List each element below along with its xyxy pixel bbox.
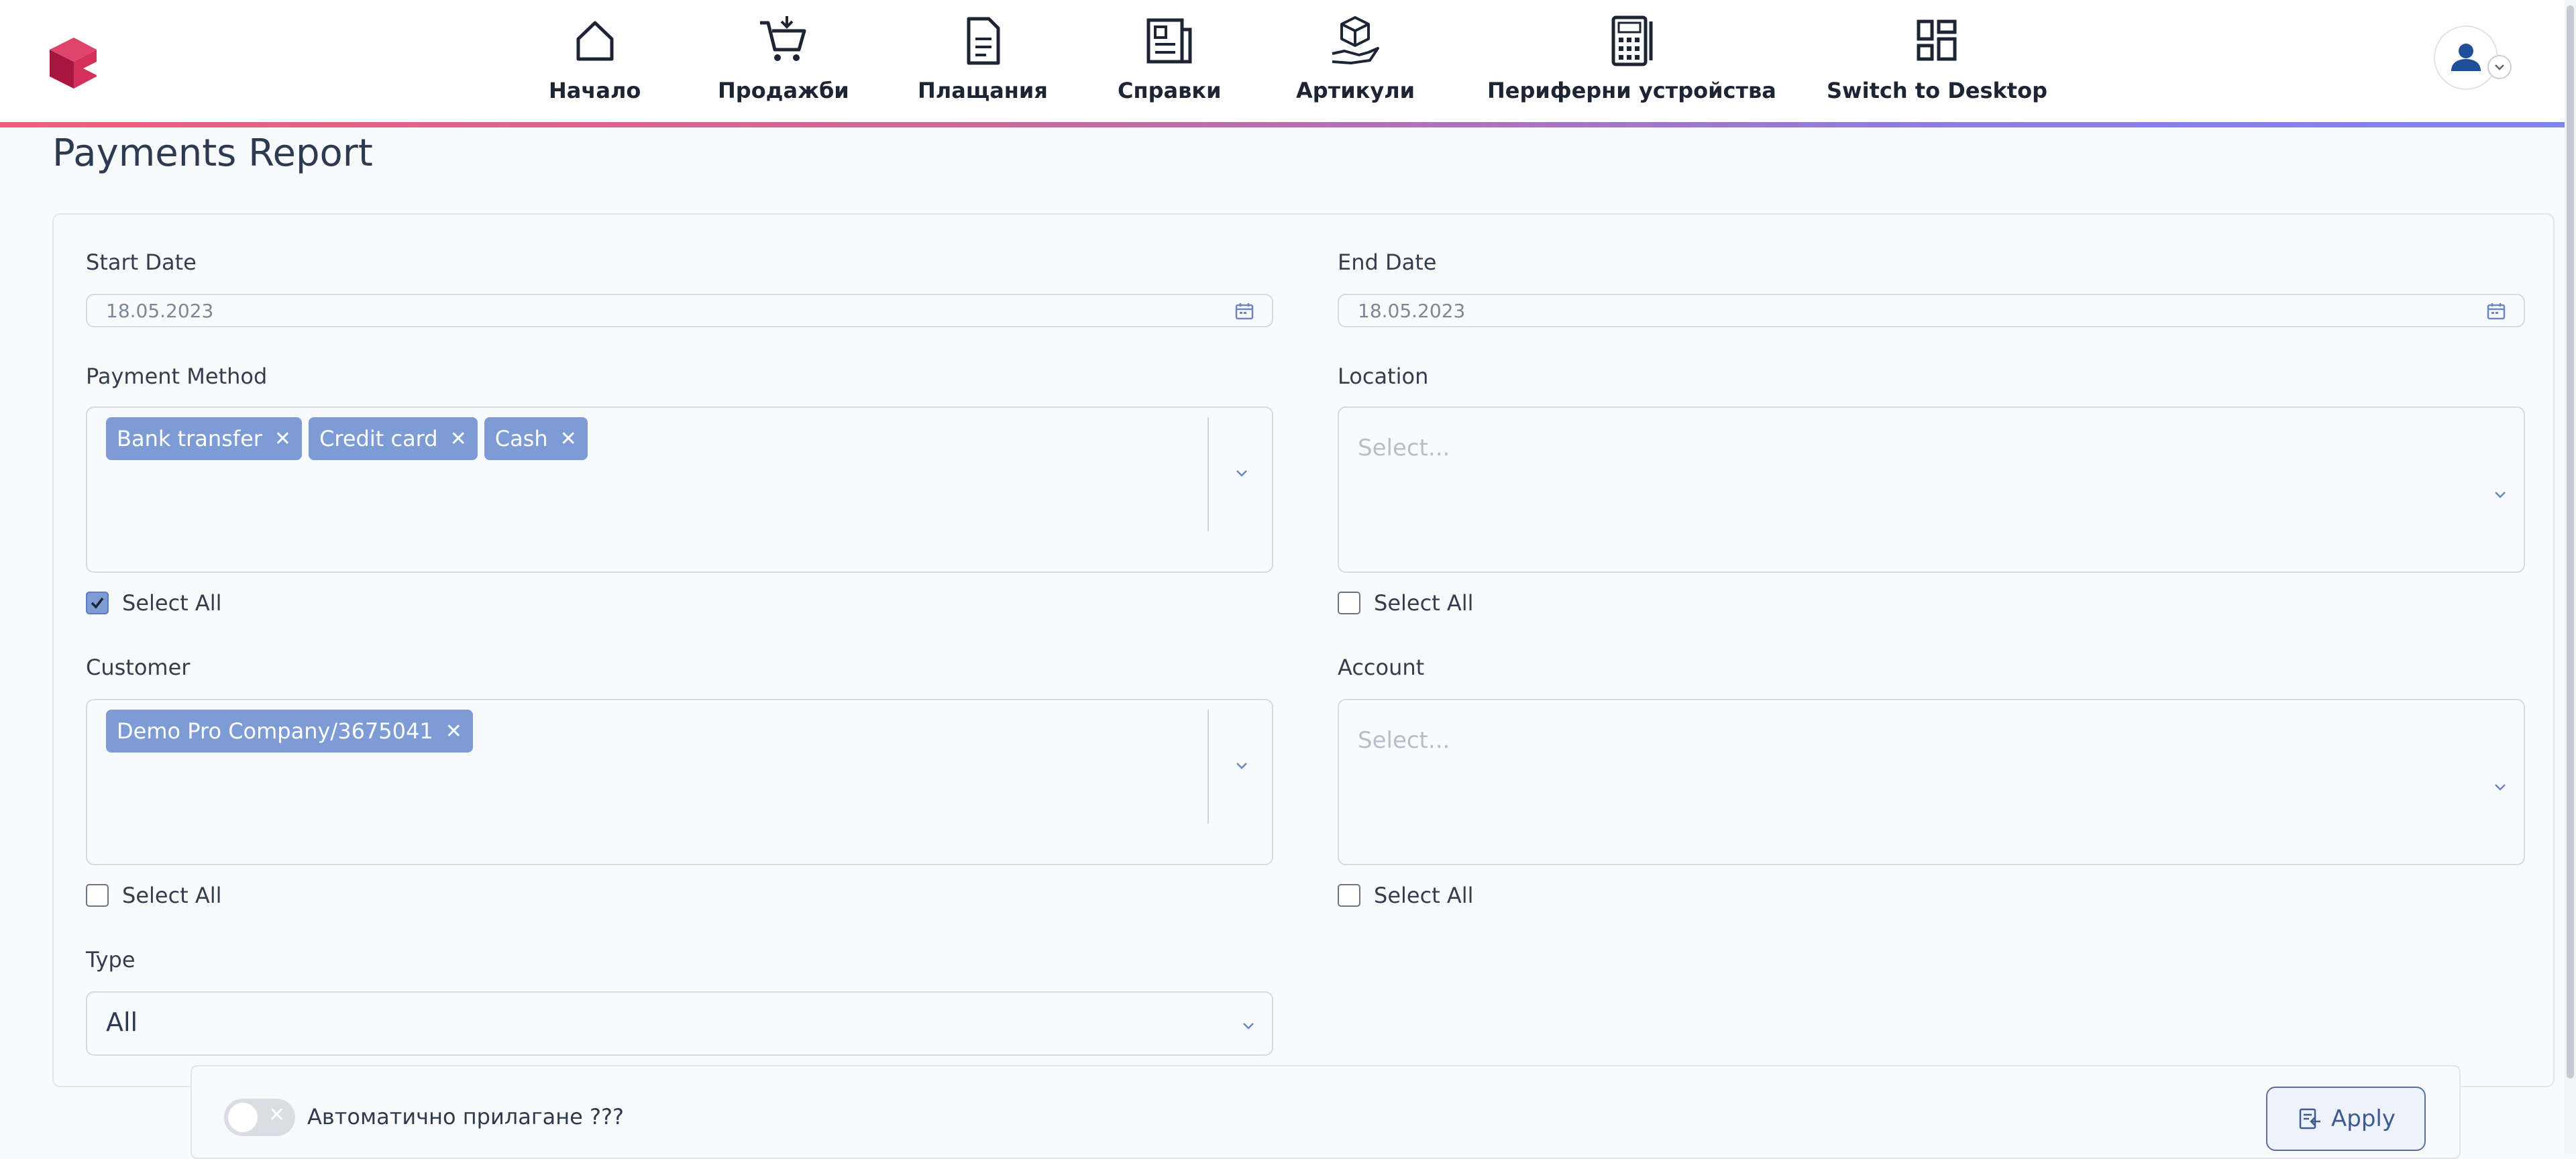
type-label: Type bbox=[86, 947, 136, 973]
select-all-label: Select All bbox=[1374, 590, 1474, 616]
end-date-value: 18.05.2023 bbox=[1358, 300, 1466, 322]
chevron-down-icon[interactable] bbox=[1240, 1017, 1257, 1034]
auto-apply-label: Автоматично прилагане ??? bbox=[307, 1104, 624, 1129]
customer-multiselect[interactable]: Demo Pro Company/3675041 ✕ bbox=[86, 699, 1273, 865]
nav-label-home: Начало bbox=[549, 78, 641, 103]
calendar-icon[interactable] bbox=[1234, 301, 1254, 321]
select-all-label: Select All bbox=[122, 883, 222, 908]
nav-item-home[interactable]: Начало bbox=[549, 9, 641, 117]
dropdown-divider bbox=[1208, 710, 1209, 824]
chevron-down-icon[interactable] bbox=[2491, 778, 2509, 795]
chip-label: Bank transfer bbox=[117, 426, 262, 451]
location-placeholder: Select... bbox=[1358, 435, 1450, 461]
chip-label: Demo Pro Company/3675041 bbox=[117, 718, 433, 744]
account-placeholder: Select... bbox=[1358, 727, 1450, 754]
account-multiselect[interactable]: Select... bbox=[1338, 699, 2525, 865]
user-icon bbox=[2451, 44, 2481, 71]
page-title: Payments Report bbox=[52, 131, 373, 175]
nav-item-peripherals[interactable]: Периферни устройства bbox=[1487, 9, 1776, 117]
remove-chip-icon[interactable]: ✕ bbox=[274, 427, 291, 451]
chevron-down-icon[interactable] bbox=[1233, 757, 1250, 774]
end-date-label: End Date bbox=[1338, 250, 1437, 275]
toggle-knob bbox=[228, 1103, 258, 1132]
nav-label-articles: Артикули bbox=[1296, 78, 1415, 103]
chevron-down-icon[interactable] bbox=[2487, 55, 2512, 79]
select-all-label: Select All bbox=[1374, 883, 1474, 908]
start-date-label: Start Date bbox=[86, 250, 197, 275]
payment-method-multiselect[interactable]: Bank transfer ✕ Credit card ✕ Cash ✕ bbox=[86, 406, 1273, 573]
document-icon bbox=[967, 17, 1000, 65]
start-date-value: 18.05.2023 bbox=[106, 300, 214, 322]
avatar[interactable] bbox=[2434, 25, 2498, 90]
remove-chip-icon[interactable]: ✕ bbox=[560, 427, 577, 451]
location-multiselect[interactable]: Select... bbox=[1338, 406, 2525, 573]
chevron-down-icon[interactable] bbox=[2491, 486, 2509, 503]
payment-method-label: Payment Method bbox=[86, 364, 268, 389]
apply-filter-icon bbox=[2299, 1108, 2320, 1129]
nav-item-articles[interactable]: Артикули bbox=[1296, 9, 1415, 117]
nav-item-reports[interactable]: Справки bbox=[1118, 9, 1221, 117]
chip-label: Cash bbox=[494, 426, 548, 451]
chip-label: Credit card bbox=[319, 426, 438, 451]
nav-label-payments: Плащания bbox=[918, 78, 1048, 103]
chevron-down-icon[interactable] bbox=[1233, 464, 1250, 482]
user-menu[interactable] bbox=[2434, 25, 2514, 93]
apply-button[interactable]: Apply bbox=[2266, 1087, 2426, 1151]
payment-method-select-all[interactable]: Select All bbox=[86, 590, 222, 616]
remove-chip-icon[interactable]: ✕ bbox=[445, 720, 462, 743]
account-label: Account bbox=[1338, 655, 1425, 680]
customer-select-all[interactable]: Select All bbox=[86, 883, 222, 908]
chip-demo-pro-company: Demo Pro Company/3675041 ✕ bbox=[106, 710, 473, 753]
nav-gradient-divider bbox=[0, 122, 2565, 127]
filter-panel: Start Date 18.05.2023 End Date 18.05.202… bbox=[52, 213, 2555, 1087]
calendar-icon[interactable] bbox=[2486, 301, 2506, 321]
nav-label-switch-desktop: Switch to Desktop bbox=[1827, 78, 2047, 103]
dropdown-divider bbox=[1208, 417, 1209, 531]
calculator-icon bbox=[1611, 15, 1653, 66]
end-date-field[interactable]: 18.05.2023 bbox=[1338, 294, 2525, 327]
home-icon bbox=[576, 21, 614, 61]
select-all-label: Select All bbox=[122, 590, 222, 616]
auto-apply-toggle[interactable]: ✕ bbox=[224, 1099, 295, 1136]
nav-label-reports: Справки bbox=[1118, 78, 1222, 103]
nav-item-sales[interactable]: Продажби bbox=[718, 9, 849, 117]
nav-label-peripherals: Периферни устройства bbox=[1487, 78, 1776, 103]
chip-credit-card: Credit card ✕ bbox=[309, 417, 478, 460]
chip-bank-transfer: Bank transfer ✕ bbox=[106, 417, 303, 460]
apply-label: Apply bbox=[2331, 1105, 2396, 1132]
location-label: Location bbox=[1338, 364, 1429, 389]
select-all-checkbox[interactable] bbox=[1338, 592, 1360, 614]
chip-cash: Cash ✕ bbox=[484, 417, 588, 460]
action-bar: ✕ Автоматично прилагане ??? Apply bbox=[191, 1065, 2461, 1159]
app-logo[interactable] bbox=[50, 38, 97, 89]
select-all-checkbox[interactable] bbox=[86, 884, 109, 907]
newspaper-icon bbox=[1146, 18, 1192, 64]
location-select-all[interactable]: Select All bbox=[1338, 590, 1474, 616]
nav-item-payments[interactable]: Плащания bbox=[918, 9, 1048, 117]
start-date-field[interactable]: 18.05.2023 bbox=[86, 294, 1273, 327]
type-value: All bbox=[106, 1007, 138, 1037]
customer-chips: Demo Pro Company/3675041 ✕ bbox=[106, 710, 473, 753]
customer-label: Customer bbox=[86, 655, 191, 680]
cart-add-icon bbox=[759, 16, 806, 61]
account-select-all[interactable]: Select All bbox=[1338, 883, 1474, 908]
dashboard-icon bbox=[1917, 19, 1957, 61]
type-select[interactable]: All bbox=[86, 991, 1273, 1056]
nav-label-sales: Продажби bbox=[718, 78, 849, 103]
select-all-checkbox[interactable] bbox=[1338, 884, 1360, 907]
top-navigation-bar: Начало Продажби Плащания Справки Артикул… bbox=[0, 0, 2565, 122]
payment-method-chips: Bank transfer ✕ Credit card ✕ Cash ✕ bbox=[106, 417, 588, 460]
scrollbar-thumb[interactable] bbox=[2567, 5, 2574, 1079]
box-hand-icon bbox=[1332, 16, 1379, 64]
select-all-checkbox[interactable] bbox=[86, 592, 109, 614]
remove-chip-icon[interactable]: ✕ bbox=[450, 427, 467, 451]
nav-item-switch-desktop[interactable]: Switch to Desktop bbox=[1827, 9, 2047, 117]
close-icon: ✕ bbox=[268, 1103, 286, 1127]
